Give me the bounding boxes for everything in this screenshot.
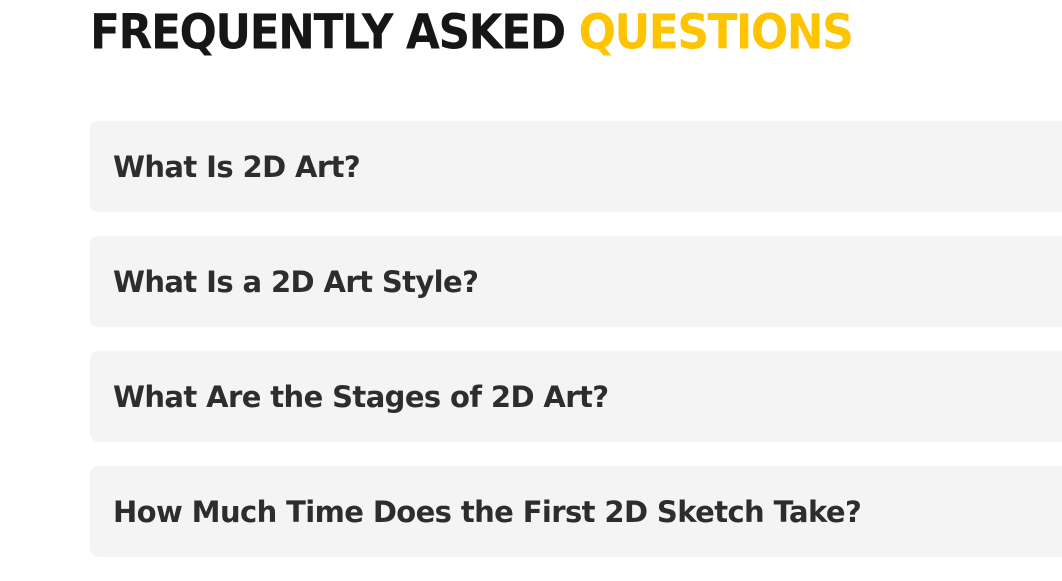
faq-item-what-is-2d-art[interactable]: What Is 2D Art? (90, 121, 1062, 212)
faq-item-first-sketch-time[interactable]: How Much Time Does the First 2D Sketch T… (90, 466, 1062, 557)
faq-item-stages-of-2d-art[interactable]: What Are the Stages of 2D Art? (90, 351, 1062, 442)
faq-question: What Is a 2D Art Style? (113, 264, 479, 299)
faq-item-2d-art-style[interactable]: What Is a 2D Art Style? (90, 236, 1062, 327)
faq-section: FREQUENTLY ASKED QUESTIONS What Is 2D Ar… (0, 0, 1062, 576)
faq-question: How Much Time Does the First 2D Sketch T… (113, 494, 862, 529)
faq-heading-accent: QUESTIONS (578, 4, 854, 61)
faq-heading: FREQUENTLY ASKED QUESTIONS (90, 0, 854, 64)
faq-question: What Is 2D Art? (113, 149, 361, 184)
faq-heading-main: FREQUENTLY ASKED (90, 4, 566, 61)
faq-list: What Is 2D Art? What Is a 2D Art Style? … (90, 121, 1062, 581)
faq-question: What Are the Stages of 2D Art? (113, 379, 609, 414)
